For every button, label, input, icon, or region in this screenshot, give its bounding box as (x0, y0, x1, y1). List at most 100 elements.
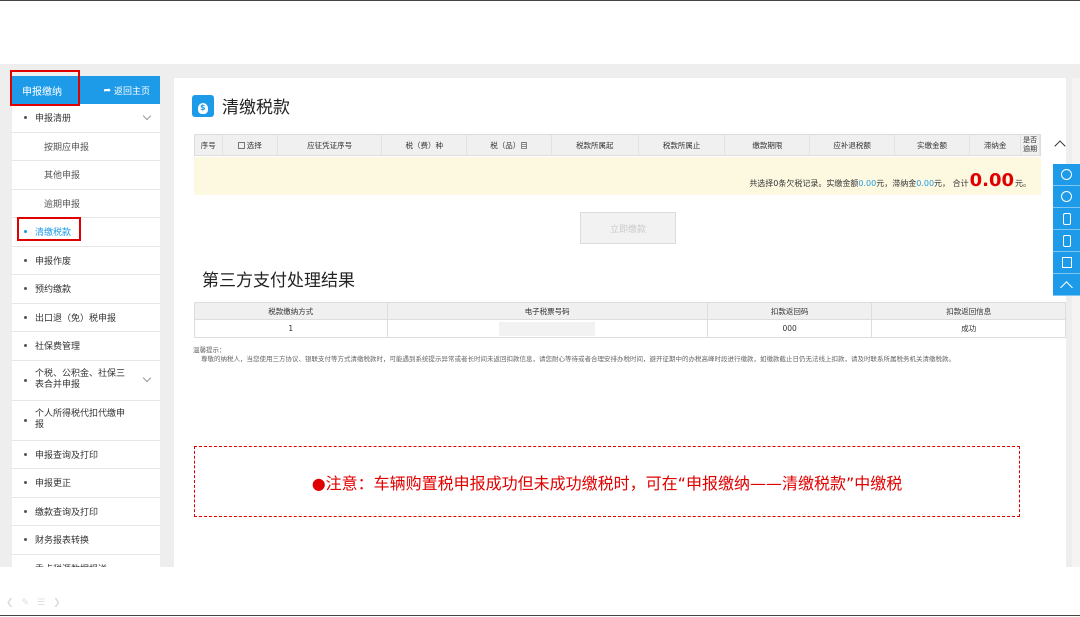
app-viewport: 申报缴纳 ➦ 返回主页 申报清册 按期应申报 其他申报 逾期申报 清缴税款 申报作废 预约缴… (0, 64, 1080, 567)
sidebar-item-label: 预约缴款 (35, 285, 72, 296)
chevron-down-icon (142, 111, 152, 121)
sidebar-item[interactable]: 预约缴款 (12, 275, 160, 304)
weibo-icon[interactable] (1053, 186, 1080, 208)
select-all-checkbox[interactable] (237, 141, 245, 149)
sidebar-item-label: 申报作废 (35, 256, 72, 267)
tax-table-column-header: 缴款期限 (725, 135, 811, 155)
sidebar-item[interactable]: 社保费管理 (12, 332, 160, 361)
result-column-header: 扣款返回信息 (946, 306, 992, 316)
sidebar-item-label: 申报更正 (35, 479, 72, 490)
result-column-header: 电子税票号码 (388, 303, 708, 319)
summary-mid1: 元，滞纳金 (876, 179, 917, 188)
summary-mid2: 元， 合计 (934, 179, 969, 188)
float-toolbar (1053, 164, 1080, 296)
tax-table-column-header: 税款所属止 (639, 135, 726, 155)
sidebar-item-label: 缴款查询及打印 (35, 507, 99, 518)
slide-toolbar: ❮ ✎ ☰ ❯ (6, 598, 61, 608)
bullet-icon (24, 258, 27, 262)
summary-bar: 共选择0条欠税记录。实缴金额 0.00 元，滞纳金 0.00 元， 合计 0.0… (194, 157, 1041, 195)
result-cell-return-msg: 成功 (961, 324, 977, 333)
payment-result-table: 税款缴纳方式 电子税票号码 扣款返回码 扣款返回信息 1 000 成功 (194, 302, 1066, 338)
bullet-icon (24, 418, 27, 422)
tax-table-column-header: 税（费）种 (382, 135, 468, 155)
column-label: 缴款期限 (752, 140, 783, 150)
page-header: 清缴税款 (192, 93, 290, 118)
sidebar-item[interactable]: 其他申报 (12, 161, 160, 190)
top-border (0, 0, 1080, 1)
bullet-icon (24, 452, 27, 456)
sidebar-item[interactable]: 财务报表转换 (12, 526, 160, 555)
sidebar-item[interactable]: 出口退（免）税申报 (12, 304, 160, 332)
sidebar-menu: 申报清册 按期应申报 其他申报 逾期申报 清缴税款 申报作废 预约缴款 出口退（免）税申报 社保… (12, 104, 160, 567)
tax-table-column-header: 序号 (195, 135, 223, 155)
sidebar-item[interactable]: 重点税源数据报送 (12, 555, 160, 567)
tax-table-column-header: 是否逾期 (1021, 135, 1041, 155)
sidebar-item-label: 财务报表转换 (35, 536, 90, 547)
sidebar-item-label: 个税、公积金、社保三表合并申报 (35, 369, 126, 390)
tips-heading: 温馨提示： (193, 346, 226, 354)
chevron-down-icon (142, 373, 152, 382)
column-label: 税（费）种 (405, 140, 443, 150)
sidebar-item-label: 其他申报 (44, 171, 81, 182)
column-label: 实缴金额 (917, 140, 948, 150)
sidebar-item[interactable]: 缴款查询及打印 (12, 498, 160, 526)
tax-table-column-header: 税（品）目 (467, 135, 552, 155)
bullet-icon (24, 481, 27, 485)
mobile-icon[interactable] (1053, 208, 1080, 230)
bullet-icon (24, 538, 27, 542)
notice-text: ●注意：车辆购置税申报成功但未成功缴税时，可在“申报缴纳——清缴税款”中缴税 (311, 473, 903, 493)
sidebar-item[interactable]: 申报查询及打印 (12, 441, 160, 469)
table-row: 1 000 成功 (194, 320, 1066, 338)
pen-icon[interactable]: ✎ (22, 598, 30, 608)
back-arrow-icon: ➦ (103, 85, 111, 96)
column-label: 是否逾期 (1023, 136, 1038, 153)
page-scrollbar[interactable] (1072, 78, 1080, 567)
tax-table-column-header: 应征凭证序号 (278, 135, 383, 155)
bullet-icon (24, 315, 27, 319)
main-panel: 清缴税款 序号 选择 应征凭证序号 税（费）种 税（品）目 税款所属起 税款所属止 缴款期限 应… (174, 78, 1066, 567)
sidebar-item[interactable]: 申报清册 (12, 104, 160, 133)
sidebar-item-label: 逾期申报 (44, 199, 81, 210)
sidebar-item-label: 按期应申报 (44, 142, 90, 153)
column-label: 选择 (246, 140, 262, 150)
third-party-title: 第三方支付处理结果 (202, 271, 355, 291)
column-label: 应补退税额 (833, 140, 871, 150)
app-icon[interactable] (1053, 230, 1080, 252)
result-table-header-row: 税款缴纳方式 电子税票号码 扣款返回码 扣款返回信息 (194, 302, 1066, 320)
sidebar: 申报缴纳 ➦ 返回主页 申报清册 按期应申报 其他申报 逾期申报 清缴税款 申报作废 预约缴… (12, 76, 160, 567)
highlight-box-header (10, 70, 80, 106)
bullet-icon (24, 509, 27, 513)
bullet-icon (24, 378, 27, 382)
bottom-border (0, 615, 1080, 616)
result-column-header: 扣款返回码 (708, 303, 873, 319)
tips-block: 温馨提示： 尊敬的纳税人，当您使用三方协议、银联支付等方式清缴税款时，可能遇到系… (193, 346, 1063, 363)
bullet-icon (24, 287, 27, 291)
tax-table-column-header: 滞纳金 (970, 135, 1022, 155)
wechat-icon[interactable] (1053, 164, 1080, 186)
sidebar-item[interactable]: 申报更正 (12, 469, 160, 498)
sidebar-item[interactable]: 申报作废 (12, 247, 160, 275)
summary-late-fee: 0.00 (916, 179, 935, 188)
bullet-icon (24, 344, 27, 348)
masked-ticket-number (499, 321, 596, 336)
summary-suffix: 元。 (1015, 179, 1031, 188)
sidebar-item-label: 重点税源数据报送 (35, 562, 107, 567)
sidebar-item[interactable]: 逾期申报 (12, 190, 160, 218)
back-to-top-icon[interactable] (1053, 274, 1080, 296)
feedback-icon[interactable] (1053, 252, 1080, 274)
back-home-link[interactable]: ➦ 返回主页 (103, 84, 150, 98)
summary-line: 共选择0条欠税记录。实缴金额 0.00 元，滞纳金 0.00 元， 合计 0.0… (749, 170, 1031, 191)
pay-now-button[interactable]: 立即缴款 (580, 212, 676, 244)
sidebar-item[interactable]: 个人所得税代扣代缴申报 (12, 401, 160, 441)
prev-arrow-icon[interactable]: ❮ (6, 598, 14, 608)
tips-body: 尊敬的纳税人，当您使用三方协议、银联支付等方式清缴税款时，可能遇到系统提示异常或… (201, 354, 955, 363)
menu-icon[interactable]: ☰ (37, 598, 45, 608)
sidebar-item[interactable]: 按期应申报 (12, 133, 160, 161)
sidebar-item[interactable]: 个税、公积金、社保三表合并申报 (12, 361, 160, 401)
next-arrow-icon[interactable]: ❯ (53, 598, 61, 608)
summary-paid-amount: 0.00 (858, 179, 877, 188)
page-title: 清缴税款 (222, 98, 290, 118)
sidebar-item-label: 出口退（免）税申报 (35, 313, 117, 324)
column-label: 序号 (200, 140, 216, 150)
notice-box: ●注意：车辆购置税申报成功但未成功缴税时，可在“申报缴纳——清缴税款”中缴税 (194, 446, 1020, 517)
